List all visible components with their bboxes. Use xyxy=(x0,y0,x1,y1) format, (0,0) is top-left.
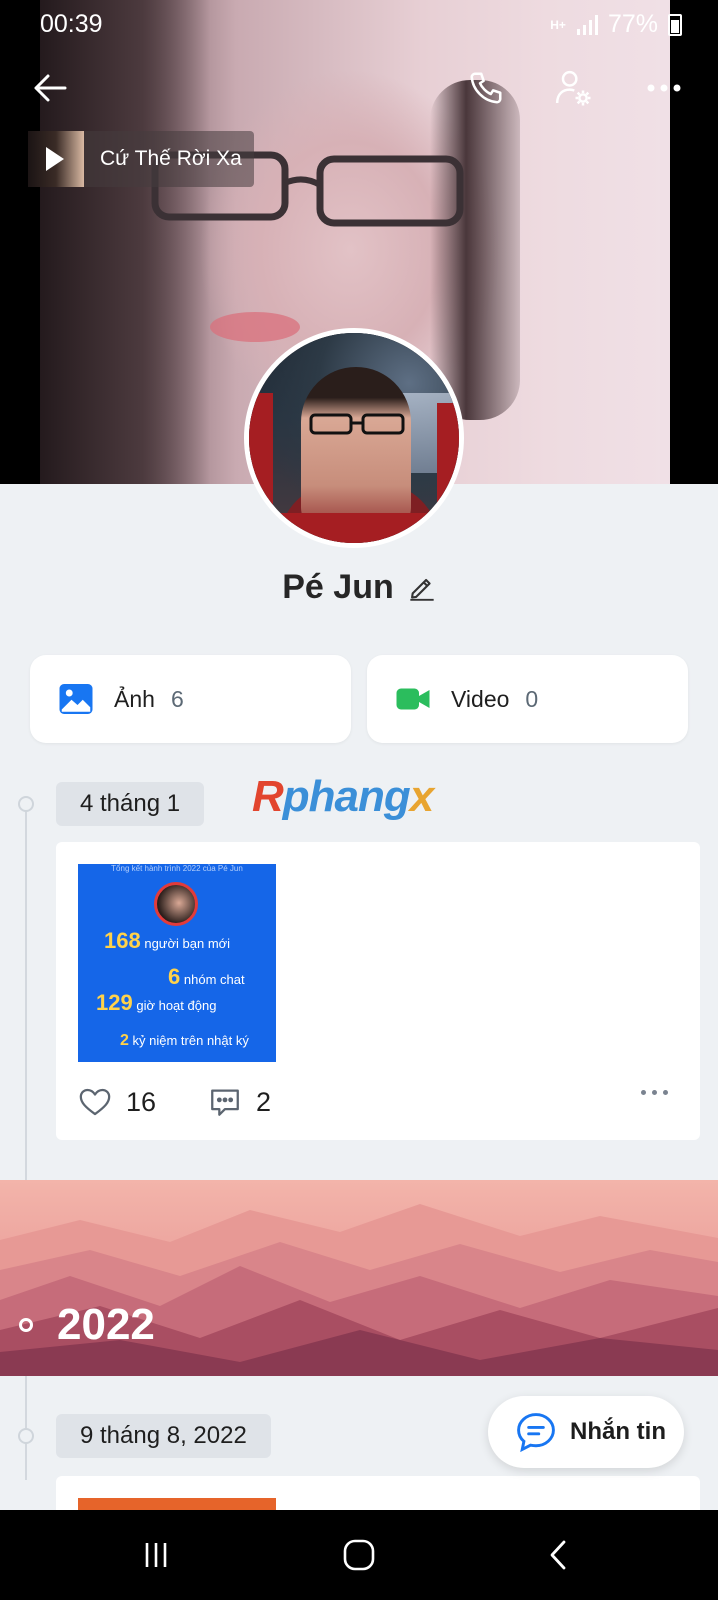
profile-avatar[interactable] xyxy=(244,328,464,548)
photos-label: Ảnh xyxy=(114,685,155,712)
play-icon xyxy=(46,147,64,171)
send-message-button[interactable]: Nhắn tin xyxy=(488,1396,684,1468)
timeline-date-chip: 9 tháng 8, 2022 xyxy=(56,1414,271,1458)
more-dot xyxy=(641,1090,646,1095)
timeline-year: 2022 xyxy=(57,1300,155,1349)
post-image-stat: 6 nhóm chat xyxy=(168,964,245,989)
system-back-icon xyxy=(550,1540,566,1570)
heart-icon xyxy=(79,1088,111,1116)
timeline-dot xyxy=(18,1428,34,1444)
post-image-stat: 2 kỷ niệm trên nhật ký xyxy=(120,1032,249,1049)
status-time: 00:39 xyxy=(40,10,103,38)
photos-card[interactable]: Ảnh 6 xyxy=(30,655,351,743)
post-image-avatar xyxy=(154,882,198,926)
timeline-post-card: Tổng kết hành trình 2022 của Pé Jun 168 … xyxy=(56,842,700,1140)
arrow-left-icon xyxy=(34,74,67,102)
phone-icon xyxy=(470,72,502,104)
battery-icon xyxy=(668,13,682,36)
image-icon xyxy=(59,684,93,714)
comment-count: 2 xyxy=(256,1086,272,1117)
music-title: Cứ Thế Rời Xa xyxy=(100,147,242,170)
profile-name: Pé Jun xyxy=(282,567,394,606)
avatar-frame-detail xyxy=(249,513,459,543)
like-button[interactable]: 16 xyxy=(78,1085,156,1119)
post-image[interactable]: Tổng kết hành trình 2022 của Pé Jun 168 … xyxy=(78,864,276,1062)
video-camera-icon xyxy=(396,688,430,710)
comment-icon xyxy=(211,1089,239,1116)
chat-bubble-icon xyxy=(517,1413,555,1453)
more-button[interactable] xyxy=(636,60,692,116)
like-count: 16 xyxy=(126,1086,157,1117)
home-button[interactable] xyxy=(329,1530,389,1580)
avatar-glasses-shape xyxy=(309,413,405,435)
recent-apps-button[interactable] xyxy=(126,1530,186,1580)
timeline-line xyxy=(25,800,27,1480)
post-actions: 16 2 xyxy=(78,1082,678,1122)
timeline-dot xyxy=(18,796,34,812)
post-image-stat: 129 giờ hoạt động xyxy=(96,990,217,1015)
post-more-button[interactable] xyxy=(641,1090,668,1095)
status-bar: 00:39 H+ 77% xyxy=(0,0,718,48)
videos-card[interactable]: Video 0 xyxy=(367,655,688,743)
battery-percent: 77% xyxy=(607,10,658,38)
music-thumbnail xyxy=(28,131,84,187)
profile-settings-button[interactable] xyxy=(545,60,601,116)
profile-top-nav xyxy=(0,60,718,120)
videos-count: 0 xyxy=(525,685,539,712)
profile-name-row: Pé Jun xyxy=(0,562,718,612)
signal-icon xyxy=(576,14,598,35)
home-icon xyxy=(343,1539,375,1571)
watermark-logo: Rphangx xyxy=(252,772,434,821)
system-navigation-bar xyxy=(0,1510,718,1600)
status-indicators: H+ 77% xyxy=(550,10,682,39)
photos-count: 6 xyxy=(170,685,184,712)
system-back-button[interactable] xyxy=(528,1530,588,1580)
post-image-stat: 168 người bạn mới xyxy=(104,928,231,953)
comment-button[interactable]: 2 xyxy=(208,1085,271,1119)
timeline-date-chip: 4 tháng 1 xyxy=(56,782,205,826)
pencil-icon[interactable] xyxy=(408,573,436,601)
recent-apps-icon xyxy=(145,1543,167,1567)
post-image-header: Tổng kết hành trình 2022 của Pé Jun xyxy=(111,864,243,873)
more-dot xyxy=(663,1090,668,1095)
profile-music-chip[interactable]: Cứ Thế Rời Xa xyxy=(28,131,254,187)
network-type: H+ xyxy=(550,17,566,32)
avatar-face xyxy=(301,367,411,537)
timeline-year-dot xyxy=(19,1318,33,1332)
call-button[interactable] xyxy=(458,60,514,116)
back-button[interactable] xyxy=(22,60,78,116)
send-message-label: Nhắn tin xyxy=(570,1418,666,1445)
more-horizontal-icon xyxy=(647,84,681,92)
videos-label: Video xyxy=(451,685,510,712)
more-dot xyxy=(652,1090,657,1095)
user-settings-icon xyxy=(555,70,591,106)
